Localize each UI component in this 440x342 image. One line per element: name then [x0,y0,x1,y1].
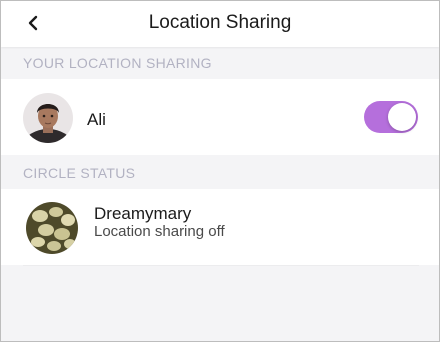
toggle-knob [388,103,416,131]
member-status: Location sharing off [94,223,225,240]
location-sharing-screen: Location Sharing YOUR LOCATION SHARING A… [0,0,440,342]
section-header-circle-status: CIRCLE STATUS [23,165,136,181]
circle-member-row[interactable]: Dreamymary Location sharing off [1,189,439,265]
page-title: Location Sharing [148,12,292,33]
user-name: Ali [87,110,106,129]
user-sharing-row: Ali [1,79,439,155]
avatar-ali [23,93,73,143]
location-sharing-toggle[interactable] [364,101,418,133]
nav-bar: Location Sharing [1,1,439,47]
row-divider [23,265,419,266]
member-name: Dreamymary [94,204,192,223]
section-header-your-location-sharing: YOUR LOCATION SHARING [23,55,212,71]
avatar-dreamymary [26,202,78,254]
